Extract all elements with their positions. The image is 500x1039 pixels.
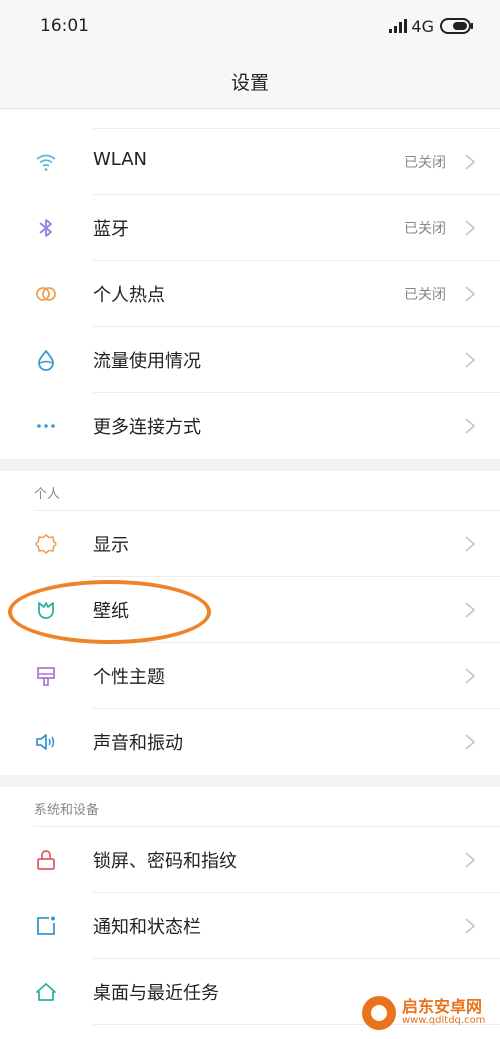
watermark-url: www.qdltdq.com <box>402 1015 486 1027</box>
chevron-right-icon <box>465 734 476 750</box>
app-header: 设置 <box>0 52 500 109</box>
setting-label: 显示 <box>93 535 129 556</box>
setting-label: 更多连接方式 <box>93 417 201 438</box>
battery-icon <box>440 18 473 34</box>
sun-icon <box>35 534 57 554</box>
section-header-system: 系统和设备 <box>0 787 500 827</box>
setting-label: 锁屏、密码和指纹 <box>93 851 237 872</box>
network-type: 4G <box>411 16 434 36</box>
setting-label: 蓝牙 <box>93 219 129 240</box>
page-title: 设置 <box>230 72 269 94</box>
list-top <box>0 109 500 129</box>
setting-label: 声音和振动 <box>93 733 183 754</box>
status-bar: 16:01 4G <box>0 0 500 52</box>
chevron-right-icon <box>465 536 476 552</box>
setting-label: 通知和状态栏 <box>93 917 201 938</box>
setting-notifications[interactable]: 通知和状态栏 <box>0 893 500 959</box>
chevron-right-icon <box>465 852 476 868</box>
setting-sound[interactable]: 声音和振动 <box>0 709 500 775</box>
settings-list: WLAN 已关闭 蓝牙 已关闭 个人热点 已关闭 流量使用情况 更多连接方式 个… <box>0 109 500 1025</box>
chevron-right-icon <box>465 418 476 434</box>
more-dots-icon <box>37 424 55 428</box>
section-gap <box>0 775 500 787</box>
section-header-personal: 个人 <box>0 471 500 511</box>
section-title: 系统和设备 <box>34 803 100 818</box>
setting-more-connections[interactable]: 更多连接方式 <box>0 393 500 459</box>
home-icon <box>36 983 56 1001</box>
speaker-icon <box>36 734 55 750</box>
setting-label: 桌面与最近任务 <box>93 983 219 1004</box>
watermark-logo-icon <box>362 996 396 1030</box>
wallpaper-highlight-circle <box>8 580 211 644</box>
chevron-right-icon <box>465 668 476 684</box>
setting-value: 已关闭 <box>404 287 446 303</box>
chevron-right-icon <box>465 154 476 170</box>
chevron-right-icon <box>465 286 476 302</box>
chevron-right-icon <box>465 918 476 934</box>
bluetooth-icon <box>39 219 52 237</box>
section-gap <box>0 459 500 471</box>
watermark: 启东安卓网 www.qdltdq.com <box>362 993 494 1033</box>
setting-label: 个人热点 <box>93 285 165 306</box>
setting-label: 流量使用情况 <box>93 351 201 372</box>
status-time: 16:01 <box>40 16 89 36</box>
drop-icon <box>38 349 54 371</box>
setting-label: WLAN <box>93 149 148 170</box>
lock-icon <box>37 850 55 870</box>
setting-display[interactable]: 显示 <box>0 511 500 577</box>
section-title: 个人 <box>34 487 61 502</box>
chevron-right-icon <box>465 602 476 618</box>
brush-icon <box>37 667 55 686</box>
watermark-name: 启东安卓网 <box>402 997 483 1017</box>
setting-label: 个性主题 <box>93 667 165 688</box>
signal-icon <box>389 19 408 33</box>
setting-theme[interactable]: 个性主题 <box>0 643 500 709</box>
wifi-icon <box>36 154 56 171</box>
watermark-text: 启东安卓网 www.qdltdq.com <box>402 999 485 1026</box>
setting-wlan[interactable]: WLAN 已关闭 <box>0 129 500 195</box>
hotspot-icon <box>36 287 56 301</box>
setting-value: 已关闭 <box>404 155 446 171</box>
chevron-right-icon <box>465 352 476 368</box>
setting-bluetooth[interactable]: 蓝牙 已关闭 <box>0 195 500 261</box>
setting-value: 已关闭 <box>404 221 446 237</box>
setting-lockscreen[interactable]: 锁屏、密码和指纹 <box>0 827 500 893</box>
setting-data-usage[interactable]: 流量使用情况 <box>0 327 500 393</box>
status-indicators: 4G <box>389 14 474 38</box>
setting-hotspot[interactable]: 个人热点 已关闭 <box>0 261 500 327</box>
notification-icon <box>37 916 55 935</box>
chevron-right-icon <box>465 220 476 236</box>
